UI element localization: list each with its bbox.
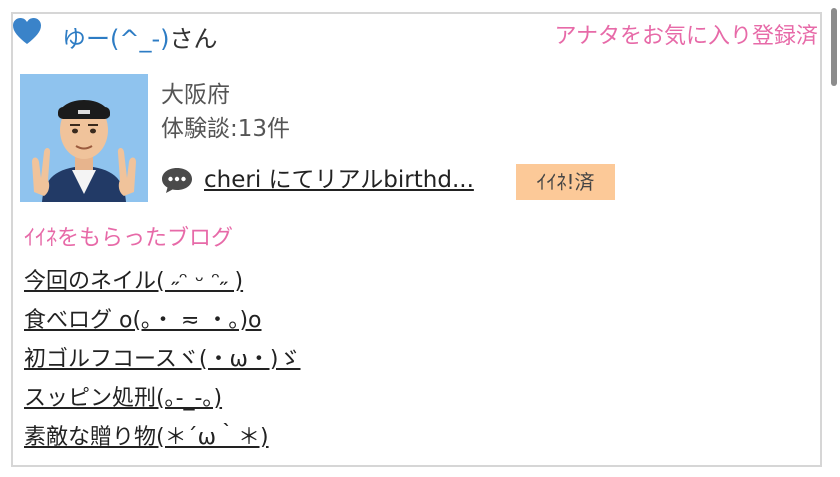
favorite-status-link[interactable]: アナタをお気に入り登録済 [554, 22, 818, 52]
section-title-liked-blogs: ｲｲﾈをもらったブログ [24, 226, 234, 251]
speech-bubble-icon [162, 168, 192, 193]
list-item: 初ゴルフコースヾ(・ω・)ゞ [24, 345, 301, 384]
avatar-illustration [20, 74, 148, 202]
blog-link[interactable]: 今回のネイル( ˶ᵔ ᵕ ᵔ˶ ) [24, 269, 243, 294]
username[interactable]: ゆー(^_-)さん [62, 24, 218, 54]
list-item: スッピン処刑(｡-_-｡) [24, 384, 301, 423]
blog-link[interactable]: 初ゴルフコースヾ(・ω・)ゞ [24, 347, 301, 372]
scrollbar[interactable] [831, 8, 837, 86]
liked-badge: ｲｲﾈ!済 [516, 164, 615, 200]
list-item: 素敵な贈り物(＊´ω｀＊) [24, 423, 301, 462]
blog-link[interactable]: 食べログ ο(｡・ ≂ ・｡)ο [24, 308, 262, 333]
username-text[interactable]: ゆー(^_-) [62, 25, 170, 53]
blog-list: 今回のネイル( ˶ᵔ ᵕ ᵔ˶ ) 食べログ ο(｡・ ≂ ・｡)ο 初ゴルフコ… [24, 267, 301, 462]
comment-link[interactable]: cheri にてリアルbirthd... [204, 165, 474, 195]
blog-link[interactable]: スッピン処刑(｡-_-｡) [24, 386, 222, 411]
username-honorific: さん [169, 25, 218, 53]
list-item: 食べログ ο(｡・ ≂ ・｡)ο [24, 306, 301, 345]
heart-icon [13, 18, 41, 44]
experience-count: 体験談:13件 [161, 116, 291, 142]
list-item: 今回のネイル( ˶ᵔ ᵕ ᵔ˶ ) [24, 267, 301, 306]
blog-link[interactable]: 素敵な贈り物(＊´ω｀＊) [24, 425, 269, 450]
user-prefecture: 大阪府 [161, 82, 230, 108]
user-avatar[interactable] [20, 74, 148, 202]
